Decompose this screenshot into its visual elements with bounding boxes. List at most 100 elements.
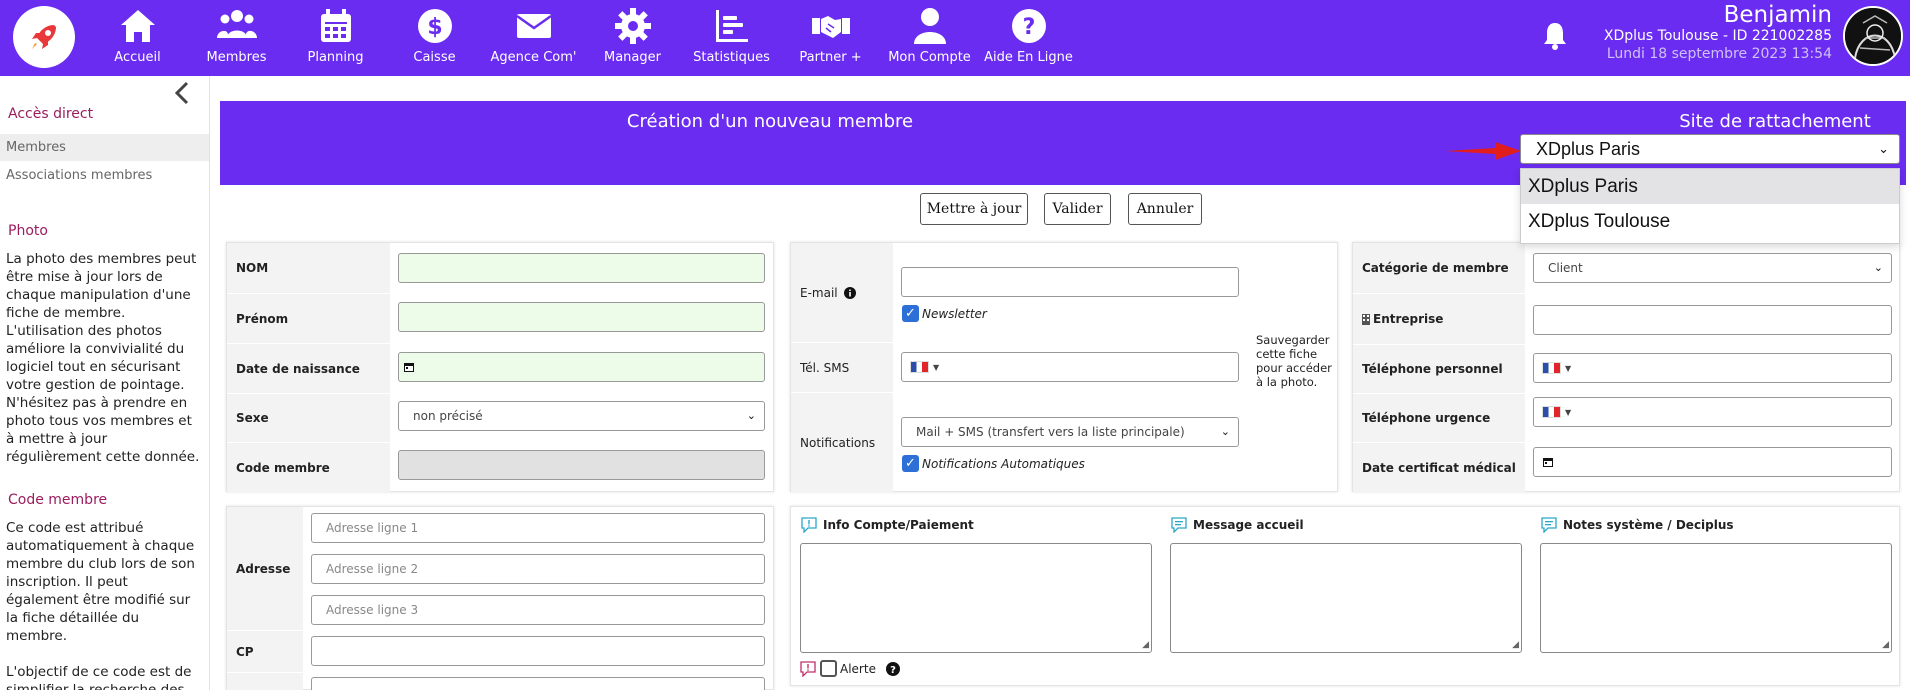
contact-panel: E-mail ✓ Newsletter Tél. SMS ▼ Notificat… — [790, 242, 1338, 492]
help-icon: ? — [1011, 9, 1046, 43]
alert-checkbox-row[interactable]: Alerte ? — [800, 660, 900, 677]
sidebar-item-associations[interactable]: Associations membres — [0, 162, 209, 189]
company-input[interactable] — [1533, 305, 1892, 335]
medical-cert-date-input[interactable] — [1533, 447, 1892, 477]
site-option-toulouse[interactable]: XDplus Toulouse — [1521, 204, 1899, 239]
sexe-select[interactable]: non précisé ⌄ — [398, 401, 765, 431]
category-value: Client — [1548, 261, 1583, 275]
system-notes-label: Notes système / Deciplus — [1563, 518, 1734, 532]
address-line1-input[interactable]: Adresse ligne 1 — [311, 513, 765, 543]
chevron-down-icon: ⌄ — [1220, 425, 1230, 438]
red-arrow-icon — [1445, 142, 1521, 160]
speech-alert-red-icon — [800, 660, 816, 677]
site-dropdown: XDplus Paris XDplus Toulouse — [1520, 168, 1900, 244]
sidebar-item-membres[interactable]: Membres — [0, 134, 209, 161]
nav-planning[interactable]: Planning — [286, 0, 385, 76]
speech-text-icon — [1541, 517, 1557, 533]
site-option-paris[interactable]: XDplus Paris — [1521, 169, 1899, 204]
nav-manager[interactable]: Manager — [583, 0, 682, 76]
nav-mon-compte[interactable]: Mon Compte — [880, 0, 979, 76]
save-photo-note: Sauvegarder cette fiche pour accéder à l… — [1256, 333, 1332, 389]
sexe-label: Sexe — [227, 394, 390, 442]
code-membre-input — [398, 450, 765, 480]
info-account-textarea[interactable]: ◢ — [800, 543, 1152, 653]
user-icon — [913, 8, 946, 44]
urgent-phone-input[interactable]: ▼ — [1533, 397, 1892, 427]
birth-date-input[interactable] — [398, 352, 765, 382]
update-button[interactable]: Mettre à jour — [920, 193, 1028, 225]
medical-cert-label: Date certificat médical — [1353, 443, 1525, 492]
company-label: Entreprise — [1373, 312, 1444, 326]
address-line1-placeholder: Adresse ligne 1 — [326, 521, 419, 535]
resize-handle-icon[interactable]: ◢ — [1882, 641, 1889, 650]
cancel-button[interactable]: Annuler — [1128, 193, 1202, 225]
avatar[interactable] — [1843, 6, 1903, 66]
notifications-value: Mail + SMS (transfert vers la liste prin… — [916, 425, 1185, 439]
caret-down-icon: ▼ — [1565, 363, 1572, 373]
birth-label: Date de naissance — [227, 344, 390, 393]
newsletter-checkbox-row[interactable]: ✓ Newsletter — [902, 305, 987, 322]
company-label-cell: Entreprise — [1353, 294, 1525, 344]
info-icon[interactable] — [843, 286, 856, 299]
cp-input[interactable] — [311, 636, 765, 666]
personal-phone-input[interactable]: ▼ — [1533, 353, 1892, 383]
site-select-value: XDplus Paris — [1536, 139, 1641, 159]
code-membre-label: Code membre — [227, 443, 390, 492]
calendar-icon — [320, 9, 351, 42]
auto-notifications-label: Notifications Automatiques — [922, 456, 1085, 471]
address-line2-placeholder: Adresse ligne 2 — [326, 562, 419, 576]
user-name: Benjamin — [1723, 2, 1832, 28]
alert-checkbox[interactable] — [820, 660, 837, 677]
city-input[interactable] — [311, 677, 765, 690]
mail-icon — [515, 14, 552, 38]
nav-membres[interactable]: Membres — [187, 0, 286, 76]
help-icon[interactable]: ? — [885, 661, 900, 676]
chevron-left-icon[interactable] — [172, 80, 192, 106]
check-icon[interactable]: ✓ — [902, 455, 919, 472]
resize-handle-icon[interactable]: ◢ — [1512, 641, 1519, 650]
nav-accueil[interactable]: Accueil — [88, 0, 187, 76]
sms-phone-input[interactable]: ▼ — [901, 352, 1239, 382]
nav-statistiques[interactable]: Statistiques — [682, 0, 781, 76]
bell-icon[interactable] — [1541, 20, 1569, 50]
identity-panel: NOM Prénom Date de naissance Sexe non pr… — [226, 242, 774, 492]
notes-panel: Info Compte/Paiement ◢ Message accueil ◢… — [790, 506, 1900, 686]
check-icon[interactable]: ✓ — [902, 305, 919, 322]
email-input[interactable] — [901, 267, 1239, 297]
sms-label: Tél. SMS — [791, 343, 893, 392]
prenom-input[interactable] — [398, 302, 765, 332]
notifications-select[interactable]: Mail + SMS (transfert vers la liste prin… — [901, 417, 1239, 447]
nav-label: Membres — [206, 50, 267, 65]
system-notes-title: Notes système / Deciplus — [1541, 517, 1734, 533]
nav-aide-en-ligne[interactable]: ? Aide En Ligne — [979, 0, 1078, 76]
photo-title: Photo — [8, 223, 48, 239]
svg-text:?: ? — [1022, 15, 1035, 40]
address-line2-input[interactable]: Adresse ligne 2 — [311, 554, 765, 584]
nav-label: Caisse — [413, 50, 456, 65]
nav-label: Mon Compte — [888, 50, 971, 65]
category-label: Catégorie de membre — [1353, 243, 1525, 293]
welcome-message-label: Message accueil — [1193, 518, 1304, 532]
system-notes-textarea[interactable]: ◢ — [1540, 543, 1892, 653]
caret-down-icon: ▼ — [933, 362, 940, 372]
nav-label: Manager — [604, 50, 661, 65]
category-select[interactable]: Client ⌄ — [1533, 253, 1892, 283]
address-line3-input[interactable]: Adresse ligne 3 — [311, 595, 765, 625]
welcome-message-textarea[interactable]: ◢ — [1170, 543, 1522, 653]
resize-handle-icon[interactable]: ◢ — [1142, 641, 1149, 650]
sexe-value: non précisé — [413, 409, 483, 423]
validate-button[interactable]: Valider — [1044, 193, 1111, 225]
nav-caisse[interactable]: $ Caisse — [385, 0, 484, 76]
chart-icon — [715, 10, 748, 42]
nom-input[interactable] — [398, 253, 765, 283]
user-info: Benjamin XDplus Toulouse - ID 221002285 … — [1604, 2, 1832, 63]
auto-notifications-checkbox-row[interactable]: ✓ Notifications Automatiques — [902, 455, 1085, 472]
notifications-label: Notifications — [791, 393, 893, 492]
nav-label: Planning — [307, 50, 364, 65]
site-select[interactable]: XDplus Paris ⌄ — [1520, 134, 1900, 164]
nav-partner[interactable]: Partner + — [781, 0, 880, 76]
rocket-logo-icon[interactable] — [13, 6, 75, 68]
calendar-icon — [1543, 458, 1553, 467]
building-icon — [1362, 313, 1370, 325]
nav-agence-com[interactable]: Agence Com' — [484, 0, 583, 76]
